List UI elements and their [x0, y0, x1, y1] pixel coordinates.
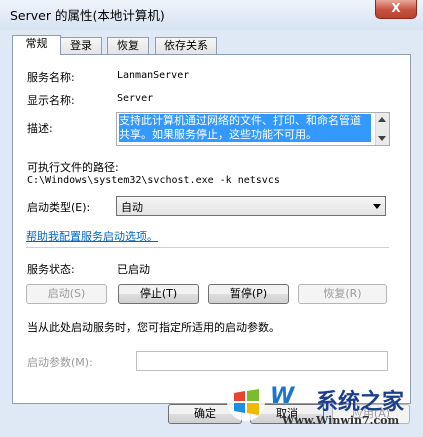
service-status-label: 服务状态: — [27, 263, 75, 276]
display-name-value: Server — [117, 93, 154, 104]
exe-path-label: 可执行文件的路径: — [27, 161, 119, 174]
start-params-input[interactable] — [136, 351, 388, 371]
help-link[interactable]: 帮助我配置服务启动选项。 — [26, 228, 158, 244]
startup-type-label: 启动类型(E): — [27, 201, 91, 214]
startup-type-value: 自动 — [121, 201, 143, 214]
start-params-label: 启动参数(M): — [27, 356, 93, 369]
scroll-down-icon[interactable] — [378, 136, 386, 141]
tab-logon[interactable]: 登录 — [60, 37, 102, 54]
service-properties-dialog: Server 的属性(本地计算机) X 常规 登录 恢复 依存关系 服务名称: … — [0, 0, 423, 437]
service-status-value: 已启动 — [117, 263, 150, 276]
description-box[interactable]: 支持此计算机通过网络的文件、打印、和命名管道共享。如果服务停止，这些功能不可用。 — [116, 112, 390, 146]
title-bar[interactable]: Server 的属性(本地计算机) X — [0, 0, 423, 30]
tab-recovery[interactable]: 恢复 — [107, 37, 149, 54]
pause-button[interactable]: 暂停(P) — [208, 284, 289, 304]
start-button[interactable]: 启动(S) — [26, 284, 107, 304]
general-panel: 服务名称: LanmanServer 显示名称: Server 描述: 支持此计… — [12, 54, 411, 404]
description-scrollbar[interactable] — [375, 113, 389, 145]
window-title: Server 的属性(本地计算机) — [10, 8, 165, 23]
separator — [26, 247, 389, 248]
watermark-title: 系统之家 — [316, 389, 405, 415]
description-label: 描述: — [27, 122, 53, 135]
close-button[interactable]: X — [375, 0, 417, 19]
scroll-up-icon[interactable] — [378, 117, 386, 122]
windows-logo-icon — [227, 383, 265, 421]
watermark-letter: W — [270, 384, 295, 409]
service-name-value: LanmanServer — [117, 70, 190, 81]
tab-general[interactable]: 常规 — [12, 35, 61, 55]
stop-button[interactable]: 停止(T) — [118, 284, 199, 304]
resume-button[interactable]: 恢复(R) — [298, 284, 387, 304]
description-text: 支持此计算机通过网络的文件、打印、和命名管道共享。如果服务停止，这些功能不可用。 — [119, 114, 371, 142]
tab-dependencies[interactable]: 依存关系 — [155, 37, 217, 54]
display-name-label: 显示名称: — [27, 94, 75, 107]
exe-path-value: C:\Windows\system32\svchost.exe -k netsv… — [27, 175, 280, 186]
start-params-note: 当从此处启动服务时，您可指定所适用的启动参数。 — [27, 321, 280, 334]
chevron-down-icon — [373, 204, 381, 209]
startup-type-select[interactable]: 自动 — [116, 196, 386, 216]
site-watermark: W 系统之家 Www.Winwin7.com — [226, 378, 423, 437]
watermark-url: Www.Winwin7.com — [282, 414, 400, 427]
service-name-label: 服务名称: — [27, 71, 75, 84]
